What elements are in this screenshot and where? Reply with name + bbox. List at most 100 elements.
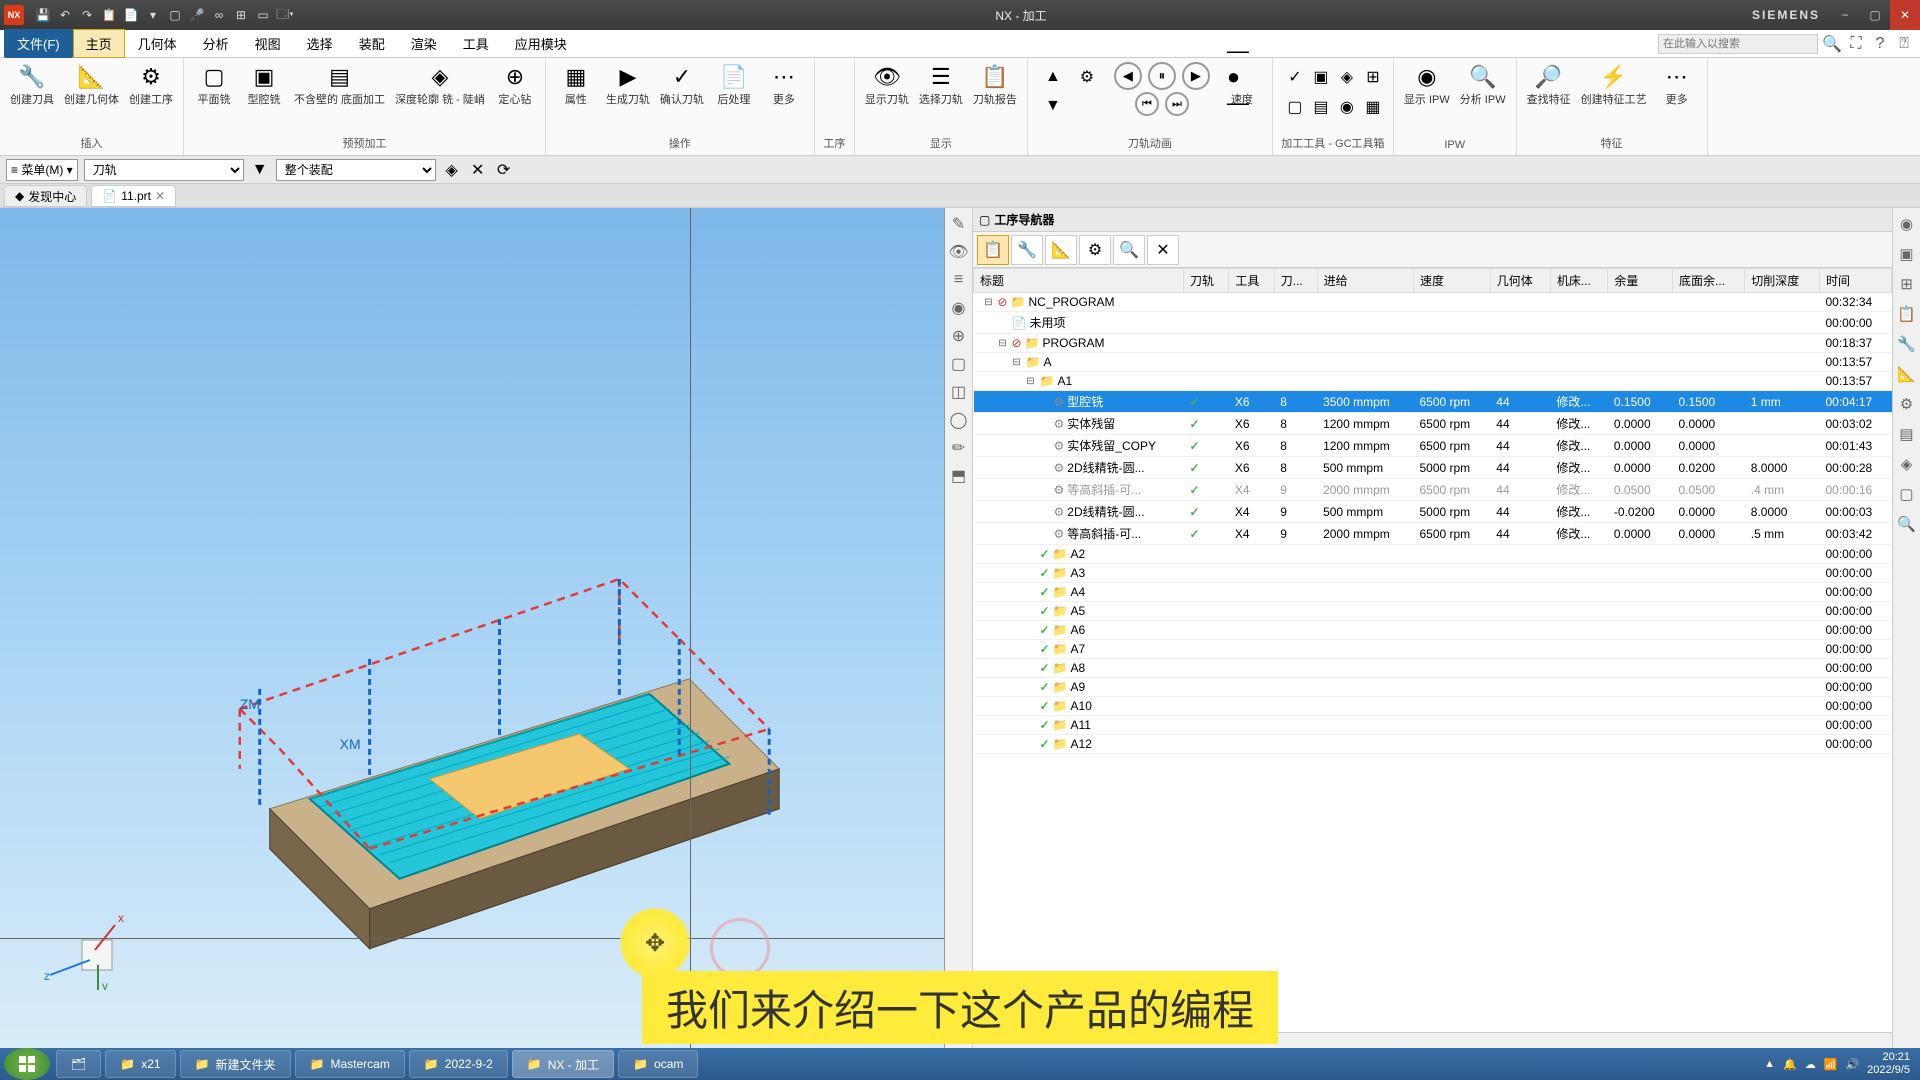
rt-icon-9[interactable]: ◈ (1895, 452, 1919, 476)
pause-icon[interactable]: ⏸ (1148, 62, 1176, 90)
table-row[interactable]: ⚙实体残留 ✓X681200 mmpm6500 rpm44修改...0.0000… (974, 413, 1892, 435)
view-icon[interactable]: 🗔▾ (276, 6, 294, 24)
col-tpath[interactable]: 刀轨 (1184, 269, 1229, 293)
table-row[interactable]: ✓📁A9 00:00:00 (974, 678, 1892, 697)
menu-view[interactable]: 视图 (242, 29, 294, 58)
box-icon[interactable]: ▢ (947, 352, 971, 376)
table-row[interactable]: ✓📁A11 00:00:00 (974, 716, 1892, 735)
menu-geometry[interactable]: 几何体 (125, 29, 190, 58)
find-feature-button[interactable]: 🔎查找特征 (1523, 60, 1575, 109)
rt-icon-8[interactable]: ▤ (1895, 422, 1919, 446)
paste-icon[interactable]: 📄 (122, 6, 140, 24)
table-row[interactable]: 📄未用项 00:00:00 (974, 312, 1892, 334)
tray-icon-3[interactable]: ☁ (1805, 1058, 1816, 1071)
more-feature-button[interactable]: ⋯更多 (1653, 60, 1701, 109)
col-speed[interactable]: 速度 (1413, 269, 1490, 293)
program-view-button[interactable]: 📋 (977, 235, 1009, 265)
skip-fwd-icon[interactable]: ⏭ (1165, 92, 1189, 116)
dropdown-icon[interactable]: ▾ (144, 6, 162, 24)
table-row[interactable]: ✓📁A6 00:00:00 (974, 621, 1892, 640)
table-row[interactable]: ⚙2D线精铣-圆... ✓X68500 mmpm5000 rpm44修改...0… (974, 457, 1892, 479)
col-title[interactable]: 标题 (974, 269, 1184, 293)
col-feed[interactable]: 进给 (1317, 269, 1413, 293)
table-row[interactable]: ⚙2D线精铣-圆... ✓X49500 mmpm5000 rpm44修改...-… (974, 501, 1892, 523)
taskbar-item[interactable]: 📁新建文件夹 (180, 1050, 291, 1078)
gc-icon-4[interactable]: ⊞ (1361, 64, 1385, 90)
create-tool-button[interactable]: 🔧创建刀具 (6, 60, 58, 109)
table-row[interactable]: ⊟📁A1 00:13:57 (974, 372, 1892, 391)
tray-icon-5[interactable]: 🔊 (1845, 1058, 1859, 1071)
clock[interactable]: 20:21 2022/9/5 (1867, 1051, 1910, 1077)
fullscreen-icon[interactable]: ⛶ (1846, 34, 1866, 54)
col-tool[interactable]: 工具 (1229, 269, 1274, 293)
close-panel-button[interactable]: ✕ (1147, 235, 1179, 265)
layout-icon[interactable]: ▭ (254, 6, 272, 24)
menu-assembly[interactable]: 装配 (346, 29, 398, 58)
st-icon-3[interactable]: ⟳ (494, 160, 514, 180)
properties-button[interactable]: ▦属性 (552, 60, 600, 109)
menu-select[interactable]: 选择 (294, 29, 346, 58)
config-icon[interactable]: ⚙ (1072, 64, 1102, 90)
machine-view-button[interactable]: 🔧 (1011, 235, 1043, 265)
pin-icon[interactable]: ▢ (979, 213, 990, 227)
table-row[interactable]: ✓📁A10 00:00:00 (974, 697, 1892, 716)
st-icon-1[interactable]: ◈ (442, 160, 462, 180)
copy-icon[interactable]: 📋 (100, 6, 118, 24)
sphere-icon[interactable]: ◯ (947, 408, 971, 432)
rt-icon-7[interactable]: ⚙ (1895, 392, 1919, 416)
select-toolpath-button[interactable]: ☰选择刀轨 (915, 60, 967, 109)
help-icon[interactable]: ? (1870, 34, 1890, 54)
show-toolpath-button[interactable]: 👁显示刀轨 (861, 60, 913, 109)
undo-icon[interactable]: ↶ (56, 6, 74, 24)
start-button[interactable] (4, 1048, 50, 1080)
mic-icon[interactable]: 🎤 (188, 6, 206, 24)
axis-triad[interactable]: z x y (40, 890, 140, 990)
gc-icon-7[interactable]: ◉ (1335, 94, 1359, 120)
menu-render[interactable]: 渲染 (398, 29, 450, 58)
centerdrill-button[interactable]: ⊕定心钻 (491, 60, 539, 109)
col-geom[interactable]: 几何体 (1490, 269, 1550, 293)
rt-icon-6[interactable]: 📐 (1895, 362, 1919, 386)
geometry-view-button[interactable]: 📐 (1045, 235, 1077, 265)
section-icon[interactable]: ◫ (947, 380, 971, 404)
task-explorer[interactable]: 🗂 (56, 1050, 101, 1078)
menu-tools[interactable]: 工具 (450, 29, 502, 58)
tab-discovery[interactable]: ◆ 发现中心 (4, 185, 87, 207)
rt-icon-1[interactable]: ◉ (1895, 212, 1919, 236)
table-row[interactable]: ✓📁A7 00:00:00 (974, 640, 1892, 659)
table-row[interactable]: ✓📁A4 00:00:00 (974, 583, 1892, 602)
table-row[interactable]: ⊟⊘📁PROGRAM 00:18:37 (974, 334, 1892, 353)
face-mill-button[interactable]: ▢平面铣 (190, 60, 238, 109)
gc-icon-3[interactable]: ◈ (1335, 64, 1359, 90)
st-icon-2[interactable]: ✕ (468, 160, 488, 180)
gc-icon-8[interactable]: ▦ (1361, 94, 1385, 120)
maximize-button[interactable]: ▢ (1860, 0, 1890, 30)
rt-icon-11[interactable]: 🔍 (1895, 512, 1919, 536)
menu-application[interactable]: 应用模块 (502, 29, 580, 58)
gc-icon-6[interactable]: ▤ (1309, 94, 1333, 120)
table-row[interactable]: ⊟⊘📁NC_PROGRAM 00:32:34 (974, 293, 1892, 312)
table-row[interactable]: ⚙型腔铣 ✓X683500 mmpm6500 rpm44修改...0.15000… (974, 391, 1892, 413)
help-dropdown-icon[interactable]: ⍰ (1894, 34, 1914, 54)
menu-home[interactable]: 主页 (73, 29, 125, 58)
tray-icon-4[interactable]: 📶 (1824, 1058, 1838, 1071)
floor-wall-button[interactable]: ▤不含壁的 底面加工 (290, 60, 389, 109)
table-row[interactable]: ✓📁A12 00:00:00 (974, 735, 1892, 754)
tab-active-file[interactable]: 📄 11.prt ✕ (91, 185, 176, 207)
rt-icon-4[interactable]: 📋 (1895, 302, 1919, 326)
filter-combo-1[interactable]: 刀轨 (84, 159, 244, 181)
tray-icon-2[interactable]: 🔔 (1783, 1058, 1797, 1071)
taskbar-item[interactable]: 📁x21 (105, 1050, 175, 1078)
table-row[interactable]: ⚙等高斜插-可... ✓X492000 mmpm6500 rpm44修改...0… (974, 479, 1892, 501)
arrow-up-icon[interactable]: ▲ (1038, 64, 1068, 90)
create-geometry-button[interactable]: 📐创建几何体 (60, 60, 123, 109)
close-button[interactable]: ✕ (1890, 0, 1920, 30)
table-row[interactable]: ✓📁A5 00:00:00 (974, 602, 1892, 621)
filter-combo-2[interactable]: 整个装配 (276, 159, 436, 181)
save-icon[interactable]: 💾 (34, 6, 52, 24)
toolpath-report-button[interactable]: 📋刀轨报告 (969, 60, 1021, 109)
window-icon[interactable]: ▢ (166, 6, 184, 24)
step-back-icon[interactable]: ◀ (1114, 62, 1142, 90)
target-icon[interactable]: ⊕ (947, 324, 971, 348)
play-icon[interactable]: ▶ (1182, 62, 1210, 90)
